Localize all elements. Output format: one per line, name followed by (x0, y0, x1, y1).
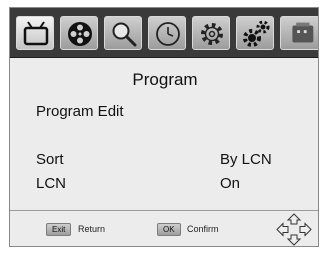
ok-key: OK (157, 223, 181, 236)
gears-icon (243, 20, 270, 47)
menu-item-lcn-label[interactable]: LCN (36, 175, 66, 192)
tab-setup[interactable] (192, 16, 230, 50)
clock-icon (156, 22, 180, 46)
tab-system[interactable] (236, 16, 274, 50)
page-title: Program (132, 70, 198, 89)
tab-tv[interactable] (16, 16, 54, 50)
help-bar: Exit Return OK Confirm (10, 211, 318, 246)
menu-item-program-edit[interactable]: Program Edit (36, 103, 124, 120)
ok-key-label: Confirm (187, 224, 219, 234)
tab-usb[interactable] (280, 16, 318, 50)
navigation-arrows-icon (276, 213, 312, 246)
film-reel-icon (68, 22, 92, 46)
menu-item-sort-value[interactable]: By LCN (220, 151, 272, 168)
settings-screen: Program Program Edit Sort By LCN LCN On … (9, 7, 319, 247)
tab-search[interactable] (104, 16, 142, 50)
menu-item-lcn-value[interactable]: On (220, 175, 240, 192)
usb-icon (292, 22, 314, 43)
tv-icon (23, 21, 49, 46)
gear-icon (201, 23, 223, 45)
exit-key-label: Return (78, 224, 106, 234)
tab-time[interactable] (148, 16, 186, 50)
menu-item-sort-label[interactable]: Sort (36, 151, 64, 168)
tab-movie[interactable] (60, 16, 98, 50)
search-icon (112, 22, 137, 47)
exit-key: Exit (46, 223, 72, 236)
menu-icon-bar (10, 8, 318, 58)
